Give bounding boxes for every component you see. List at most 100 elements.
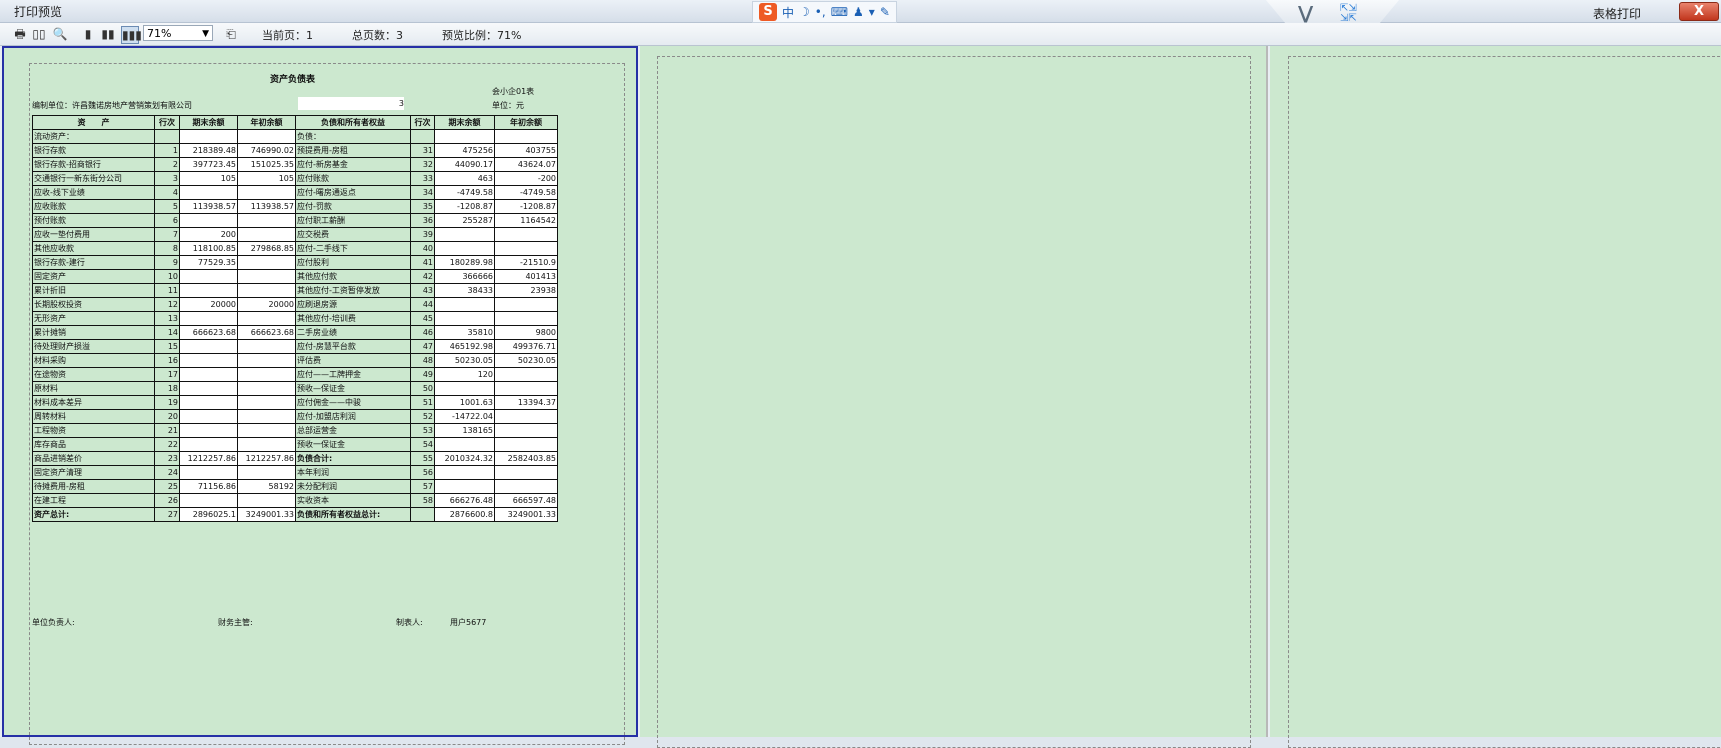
asset-name: 固定资产	[32, 269, 155, 284]
ime-keyboard-icon[interactable]: ⌨	[831, 5, 848, 19]
ime-shirt-icon[interactable]: ▾	[869, 5, 875, 19]
preview-page-1[interactable]: 资产负债表 会小企01表 编制单位：许昌魏诺房地产营销策划有限公司 3 单位：元…	[2, 46, 638, 745]
asset-end-balance	[179, 353, 238, 368]
liability-name: 应交税费	[295, 227, 411, 242]
balance-sheet-table: 资 产 行次 期末余额 年初余额 负债和所有者权益 行次 期末余额 年初余额 流…	[32, 115, 558, 522]
ime-toolbar[interactable]: S 中 ☽ •, ⌨ ♟ ▾ ✎	[752, 1, 897, 23]
asset-begin-balance	[237, 283, 296, 298]
exit-preview-icon[interactable]: ⎗	[223, 26, 239, 42]
asset-begin-balance	[237, 493, 296, 508]
window-title: 打印预览	[14, 5, 63, 19]
header-row-no: 行次	[154, 115, 180, 130]
preview-ratio-label: 预览比例：71%	[442, 29, 522, 42]
ime-dot-icon[interactable]: •,	[815, 5, 826, 19]
header-assets: 资 产	[32, 115, 155, 130]
total-pages-label: 总页数：3	[352, 29, 403, 42]
liability-begin-balance: 499376.71	[494, 339, 558, 354]
asset-name: 固定资产清理	[32, 465, 155, 480]
table-row: 待处理财产损溢 15 应付-房慧平台款 47 465192.98 499376.71	[32, 339, 558, 354]
asset-begin-balance: 151025.35	[237, 157, 296, 172]
asset-row-no: 26	[154, 493, 180, 508]
liability-end-balance: 50230.05	[434, 353, 495, 368]
asset-begin-balance	[237, 353, 296, 368]
asset-name: 工程物资	[32, 423, 155, 438]
asset-end-balance	[179, 493, 238, 508]
liability-name: 负债和所有者权益总计:	[295, 507, 411, 522]
liability-begin-balance	[494, 241, 558, 256]
liability-begin-balance: 401413	[494, 269, 558, 284]
liability-end-balance: 38433	[434, 283, 495, 298]
liability-name: 预收—保证金	[295, 381, 411, 396]
asset-begin-balance: 1212257.86	[237, 451, 296, 466]
asset-begin-balance	[237, 395, 296, 410]
table-row: 在建工程 26 实收资本 58 666276.48 666597.48	[32, 493, 558, 508]
table-row: 长期股权投资 12 20000 20000 应刷退房源 44	[32, 297, 558, 312]
asset-end-balance: 397723.45	[179, 157, 238, 172]
liability-row-no: 41	[410, 255, 435, 270]
ime-wrench-icon[interactable]: ✎	[880, 5, 890, 19]
liability-row-no	[410, 129, 435, 144]
table-row: 银行存款-招商银行 2 397723.45 151025.35 应付-新房基金 32 440…	[32, 157, 558, 172]
table-row: 累计摊销 14 666623.68 666623.68 二手房业绩 46 35810 9800	[32, 325, 558, 340]
header-end-balance: 期末余额	[179, 115, 238, 130]
asset-name: 累计折旧	[32, 283, 155, 298]
footer-principal: 单位负责人:	[32, 618, 75, 627]
dropdown-arrow-icon[interactable]: ▼	[202, 26, 209, 42]
liability-end-balance: 475256	[434, 143, 495, 158]
asset-end-balance	[179, 423, 238, 438]
liability-begin-balance: 9800	[494, 325, 558, 340]
asset-row-no: 27	[154, 507, 180, 522]
asset-begin-balance	[237, 269, 296, 284]
liability-end-balance	[434, 479, 495, 494]
close-button[interactable]: X	[1679, 2, 1719, 21]
header-end-balance-2: 期末余额	[434, 115, 495, 130]
liability-end-balance: 366666	[434, 269, 495, 284]
asset-end-balance	[179, 465, 238, 480]
liability-name: 总部运营金	[295, 423, 411, 438]
zoom-select[interactable]: 71% ▼	[143, 25, 213, 41]
asset-name: 流动资产：	[32, 129, 155, 144]
ime-lang-toggle[interactable]: 中	[782, 4, 794, 21]
table-row: 银行存款-建行 9 77529.35 应付股利 41 180289.98 -21510.9	[32, 255, 558, 270]
sogou-logo-icon[interactable]: S	[759, 3, 777, 21]
magnifier-icon[interactable]: 🔍	[52, 26, 68, 42]
two-page-icon[interactable]: ▮▮	[100, 26, 116, 42]
asset-end-balance	[179, 269, 238, 284]
liability-begin-balance: 50230.05	[494, 353, 558, 368]
table-row: 工程物资 21 总部运营金 53 138165	[32, 423, 558, 438]
current-page-label: 当前页：1	[262, 29, 313, 42]
preview-page-3[interactable]	[1270, 46, 1721, 748]
table-row: 预付账款 6 应付职工薪酬 36 255287 1164542	[32, 213, 558, 228]
three-page-icon[interactable]: ▮▮▮	[121, 26, 142, 44]
print-mode-title: 表格打印	[1593, 7, 1642, 21]
asset-begin-balance: 20000	[237, 297, 296, 312]
asset-row-no: 11	[154, 283, 180, 298]
liability-name: 其他应付-培训费	[295, 311, 411, 326]
table-row: 在途物资 17 应付——工牌押金 49 120	[32, 367, 558, 382]
table-row: 其他应收款 8 118100.85 279868.85 应付-二手线下 40	[32, 241, 558, 256]
asset-begin-balance	[237, 381, 296, 396]
preview-page-2[interactable]	[640, 46, 1268, 748]
ime-user-icon[interactable]: ♟	[853, 5, 864, 19]
asset-row-no: 13	[154, 311, 180, 326]
ime-moon-icon[interactable]: ☽	[799, 5, 810, 19]
asset-begin-balance	[237, 423, 296, 438]
liability-begin-balance	[494, 367, 558, 382]
liability-name: 二手房业绩	[295, 325, 411, 340]
liability-begin-balance	[494, 479, 558, 494]
asset-row-no: 6	[154, 213, 180, 228]
asset-row-no: 21	[154, 423, 180, 438]
liability-end-balance: 2010324.32	[434, 451, 495, 466]
chevron-down-icon[interactable]: ⋁	[1298, 3, 1313, 24]
asset-begin-balance: 746990.02	[237, 143, 296, 158]
asset-row-no: 18	[154, 381, 180, 396]
liability-begin-balance: 23938	[494, 283, 558, 298]
single-page-icon[interactable]: ▮	[80, 26, 96, 42]
liability-row-no: 46	[410, 325, 435, 340]
asset-row-no: 4	[154, 185, 180, 200]
liability-row-no: 54	[410, 437, 435, 452]
print-icon[interactable]: 🖶	[12, 26, 28, 42]
asset-end-balance	[179, 311, 238, 326]
book-icon[interactable]: ▯▯	[31, 26, 47, 42]
liability-row-no: 32	[410, 157, 435, 172]
